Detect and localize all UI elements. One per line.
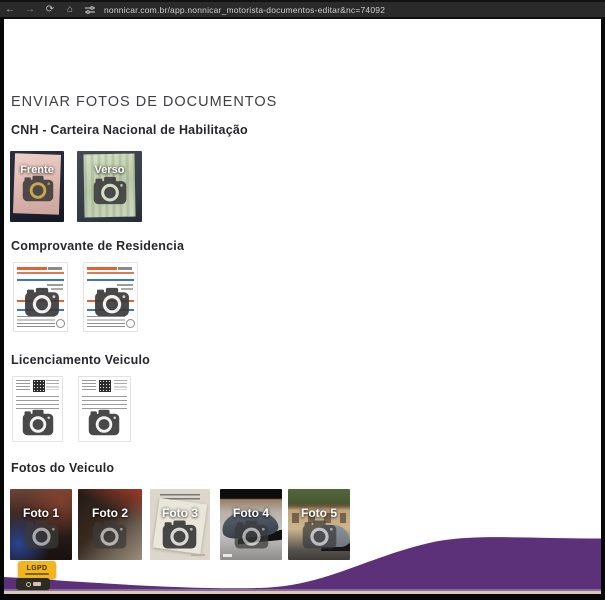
section-title-comprovante: Comprovante de Residencia — [11, 239, 184, 253]
photo-caption — [223, 554, 232, 557]
doc-header-line — [87, 267, 117, 270]
upload-thumb-comprovante-1[interactable] — [13, 262, 68, 332]
camera-icon — [93, 176, 127, 205]
camera-icon — [24, 287, 60, 317]
home-icon[interactable]: ⌂ — [60, 5, 80, 15]
upload-thumb-comprovante-2[interactable] — [83, 262, 138, 332]
camera-icon — [24, 519, 59, 550]
doc-text-line — [48, 267, 62, 270]
section-title-cnh: CNH - Carteira Nacional de Habilitação — [11, 123, 248, 137]
browser-toolbar: ← → ⟳ ⌂ nonnicar.com.br/app.nonnicar_mot… — [0, 0, 605, 17]
doc-stamp — [56, 319, 65, 328]
doc-stamp — [126, 319, 135, 328]
doc-rule-line — [17, 279, 64, 281]
doc-text-block — [16, 380, 30, 392]
page-title: ENVIAR FOTOS DE DOCUMENTOS — [11, 94, 277, 110]
thumb-label: Foto 2 — [78, 506, 142, 520]
section-title-licenciamento: Licenciamento Veiculo — [11, 353, 150, 367]
upload-thumb-foto-1[interactable]: Foto 1 — [10, 489, 72, 560]
upload-thumb-cnh-verso[interactable]: Verso — [77, 151, 142, 222]
upload-thumb-foto-3[interactable]: Foto 3 — [150, 489, 210, 560]
camera-icon — [162, 519, 197, 550]
section-title-fotos-veiculo: Fotos do Veiculo — [11, 461, 114, 475]
doc-rule-line — [17, 272, 64, 274]
thumb-label: Foto 1 — [10, 506, 72, 520]
footer-beige-line — [4, 591, 601, 594]
doc-rule-line — [87, 279, 134, 281]
shield-icon — [26, 582, 31, 587]
lgpd-mini-text — [33, 582, 41, 586]
doc-text-block — [46, 380, 59, 390]
doc-rule-line — [87, 272, 134, 274]
doc-text-block — [114, 380, 127, 390]
forward-icon[interactable]: → — [20, 5, 40, 15]
upload-thumb-cnh-frente[interactable]: Frente — [10, 151, 64, 222]
camera-icon — [94, 287, 130, 317]
upload-thumb-licenciamento-2[interactable] — [78, 376, 131, 442]
doc-text-block — [87, 316, 125, 328]
doc-header-line — [17, 267, 47, 270]
camera-icon — [22, 409, 54, 436]
address-bar-url[interactable]: nonnicar.com.br/app.nonnicar_motorista-d… — [104, 5, 385, 15]
doc-text-block — [17, 316, 55, 328]
upload-thumb-foto-5[interactable]: Foto 5 — [288, 489, 350, 560]
camera-icon — [302, 519, 337, 550]
lgpd-seal[interactable]: LGPD — [18, 561, 56, 579]
doc-text-line — [117, 284, 133, 286]
refresh-icon[interactable]: ⟳ — [40, 5, 60, 15]
doc-text-line — [191, 554, 205, 556]
camera-icon — [88, 409, 120, 436]
lgpd-sub-badge — [16, 578, 50, 590]
doc-text-line — [118, 267, 132, 270]
upload-thumb-licenciamento-1[interactable] — [12, 376, 63, 442]
camera-icon — [92, 519, 127, 550]
lgpd-badge: LGPD — [18, 561, 56, 579]
upload-thumb-foto-2[interactable]: Foto 2 — [78, 489, 142, 560]
upload-thumb-foto-4[interactable]: Foto 4 — [220, 489, 282, 560]
qr-code — [99, 380, 111, 392]
site-info-icon[interactable] — [80, 6, 100, 14]
lgpd-subtitle-bar — [25, 573, 49, 575]
doc-text-block — [82, 380, 96, 392]
qr-code — [33, 380, 45, 392]
camera-icon — [234, 519, 269, 550]
camera-icon — [22, 175, 54, 202]
doc-text-line — [47, 284, 63, 286]
lgpd-label: LGPD — [27, 565, 48, 572]
back-icon[interactable]: ← — [0, 5, 20, 15]
